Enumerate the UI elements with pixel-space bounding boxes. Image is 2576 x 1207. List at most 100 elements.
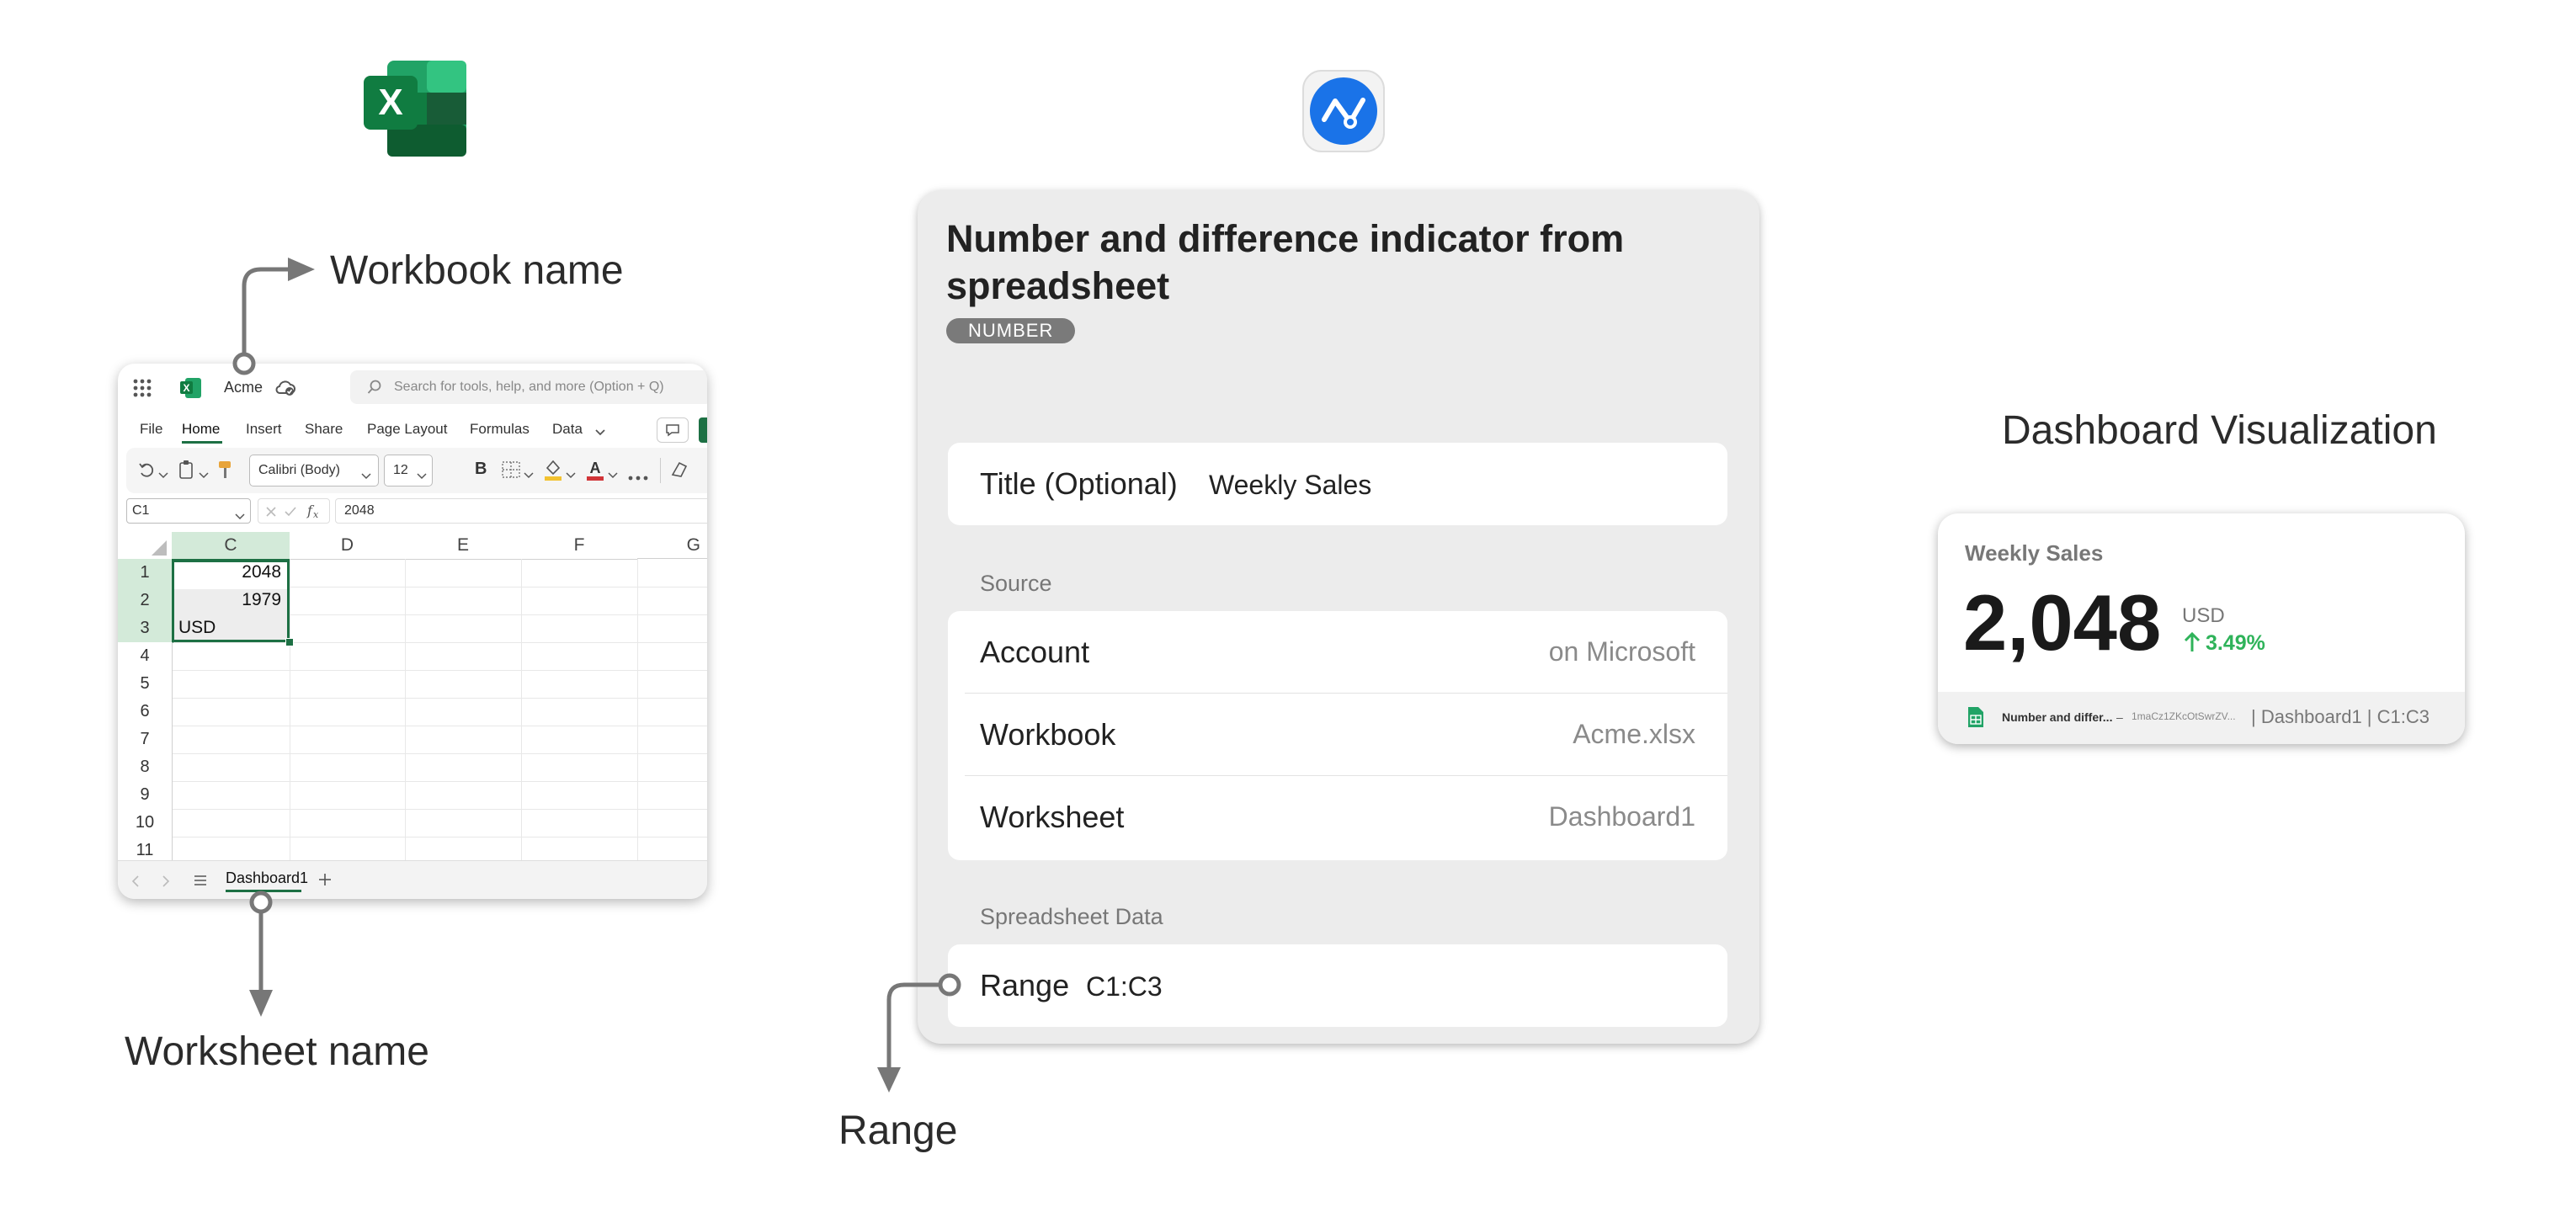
column-header-f[interactable]: F [521, 532, 638, 560]
row-header-5[interactable]: 5 [118, 670, 173, 699]
undo-icon[interactable] [138, 461, 155, 478]
spreadsheet-data-section-label: Spreadsheet Data [980, 904, 1163, 929]
chevron-down-icon[interactable] [524, 466, 534, 479]
column-header-g[interactable]: G [637, 532, 707, 559]
dashboard-visualization-callout: Dashboard Visualization [2002, 408, 2437, 453]
account-row[interactable]: Account on Microsoft [948, 611, 1727, 694]
chevron-down-icon[interactable] [594, 424, 606, 436]
cell-c1[interactable]: 2048 [177, 562, 281, 582]
borders-icon[interactable] [502, 461, 520, 478]
menu-data[interactable]: Data [552, 421, 583, 438]
widget-footer: Number and differ... – 1maCz1ZKcOtSwrZV.… [1938, 692, 2465, 744]
comments-icon[interactable] [657, 417, 689, 443]
range-callout: Range [838, 1109, 958, 1153]
search-placeholder: Search for tools, help, and more (Option… [394, 380, 664, 394]
row-header-9[interactable]: 9 [118, 781, 173, 810]
menu-file[interactable]: File [140, 421, 162, 438]
widget-unit: USD [2182, 604, 2225, 627]
source-card: Account on Microsoft Workbook Acme.xlsx … [948, 611, 1727, 860]
formula-value: 2048 [344, 503, 375, 518]
grid-line [637, 559, 638, 860]
title-card: Title (Optional) Weekly Sales [948, 443, 1727, 525]
cell-c2[interactable]: 1979 [177, 590, 281, 610]
fill-color-icon[interactable] [544, 458, 562, 481]
footer-widget-name: Number and differ... [2002, 710, 2113, 724]
format-painter-icon[interactable] [217, 460, 232, 480]
grid-line [521, 559, 522, 860]
sheet-tab-dashboard1[interactable]: Dashboard1 [226, 869, 308, 887]
column-header-e[interactable]: E [405, 532, 522, 560]
sheet-list-icon[interactable] [194, 874, 207, 885]
grid-line [172, 809, 707, 810]
row-header-6[interactable]: 6 [118, 698, 173, 726]
font-size-select[interactable]: 12 [384, 455, 433, 487]
range-input-value[interactable]: C1:C3 [1086, 971, 1163, 1002]
chevron-down-icon [361, 467, 371, 480]
check-icon[interactable] [284, 505, 297, 517]
widget-settings-panel: Number and difference indicator from spr… [918, 190, 1759, 1044]
workbook-row[interactable]: Workbook Acme.xlsx [948, 694, 1727, 776]
clear-format-icon[interactable] [670, 460, 689, 480]
widget-change: 3.49% [2206, 631, 2265, 655]
app-launcher-icon[interactable] [133, 379, 152, 397]
row-header-1[interactable]: 1 [118, 559, 173, 588]
worksheet-label: Worksheet [980, 800, 1125, 834]
row-header-7[interactable]: 7 [118, 726, 173, 754]
row-header-10[interactable]: 10 [118, 809, 173, 837]
chevron-down-icon[interactable] [608, 466, 618, 479]
grid-line [172, 642, 707, 643]
bold-button[interactable]: B [475, 460, 487, 479]
excel-small-icon: X [180, 377, 202, 399]
grid-line [172, 698, 707, 699]
row-header-4[interactable]: 4 [118, 642, 173, 671]
menu-home[interactable]: Home [182, 421, 220, 438]
formula-bar: C1 fx 2048 [118, 495, 707, 525]
font-name-select[interactable]: Calibri (Body) [249, 455, 379, 487]
worksheet-row[interactable]: Worksheet Dashboard1 [948, 776, 1727, 859]
account-label: Account [980, 635, 1090, 669]
chevron-left-icon[interactable] [131, 875, 140, 887]
row-header-3[interactable]: 3 [118, 614, 173, 643]
menu-formulas[interactable]: Formulas [470, 421, 530, 438]
function-icon[interactable]: fx [304, 502, 324, 520]
worksheet-value: Dashboard1 [1548, 801, 1695, 832]
font-color-icon[interactable]: A [586, 458, 604, 481]
cancel-icon[interactable] [265, 505, 277, 517]
menu-home-underline [182, 441, 222, 444]
chevron-down-icon[interactable] [566, 466, 576, 479]
clipboard-icon[interactable] [178, 460, 194, 480]
chevron-down-icon [417, 467, 427, 480]
grid-line [172, 670, 707, 671]
menu-share[interactable]: Share [305, 421, 343, 438]
range-row[interactable]: Range C1:C3 [948, 944, 1727, 1027]
chevron-down-icon[interactable] [158, 466, 168, 479]
title-input-value[interactable]: Weekly Sales [1209, 470, 1371, 501]
select-all-corner[interactable] [118, 532, 173, 560]
ribbon-divider [660, 458, 661, 483]
excel-title-bar: X Acme Search for tools, help, and more … [118, 364, 707, 411]
share-green-button[interactable] [699, 417, 707, 443]
dashboard-number-widget[interactable]: Weekly Sales 2,048 USD 3.49% Number and … [1938, 513, 2465, 744]
menu-insert[interactable]: Insert [246, 421, 282, 438]
fill-handle[interactable] [285, 638, 294, 646]
chevron-down-icon[interactable] [199, 466, 209, 479]
arrow-up-icon [2184, 631, 2201, 653]
name-box[interactable]: C1 [126, 498, 251, 524]
svg-text:X: X [378, 82, 402, 123]
more-options-icon[interactable] [628, 468, 648, 481]
cell-c3[interactable]: USD [178, 618, 216, 638]
spreadsheet-grid: C D E F G 1 2 3 4 5 6 7 8 9 10 11 2048 1… [118, 532, 707, 864]
column-header-d[interactable]: D [290, 532, 406, 560]
row-header-2[interactable]: 2 [118, 587, 173, 615]
menu-page-layout[interactable]: Page Layout [367, 421, 447, 438]
column-header-c[interactable]: C [172, 532, 290, 561]
add-sheet-icon[interactable] [318, 873, 332, 886]
account-value: on Microsoft [1548, 636, 1695, 667]
row-header-8[interactable]: 8 [118, 753, 173, 782]
footer-sheet-range: | Dashboard1 | C1:C3 [2251, 706, 2430, 727]
workbook-title[interactable]: Acme [224, 379, 263, 396]
chevron-right-icon[interactable] [162, 875, 170, 887]
title-row[interactable]: Title (Optional) Weekly Sales [948, 443, 1727, 525]
formula-input[interactable]: 2048 [335, 498, 707, 524]
search-box[interactable]: Search for tools, help, and more (Option… [350, 370, 707, 404]
